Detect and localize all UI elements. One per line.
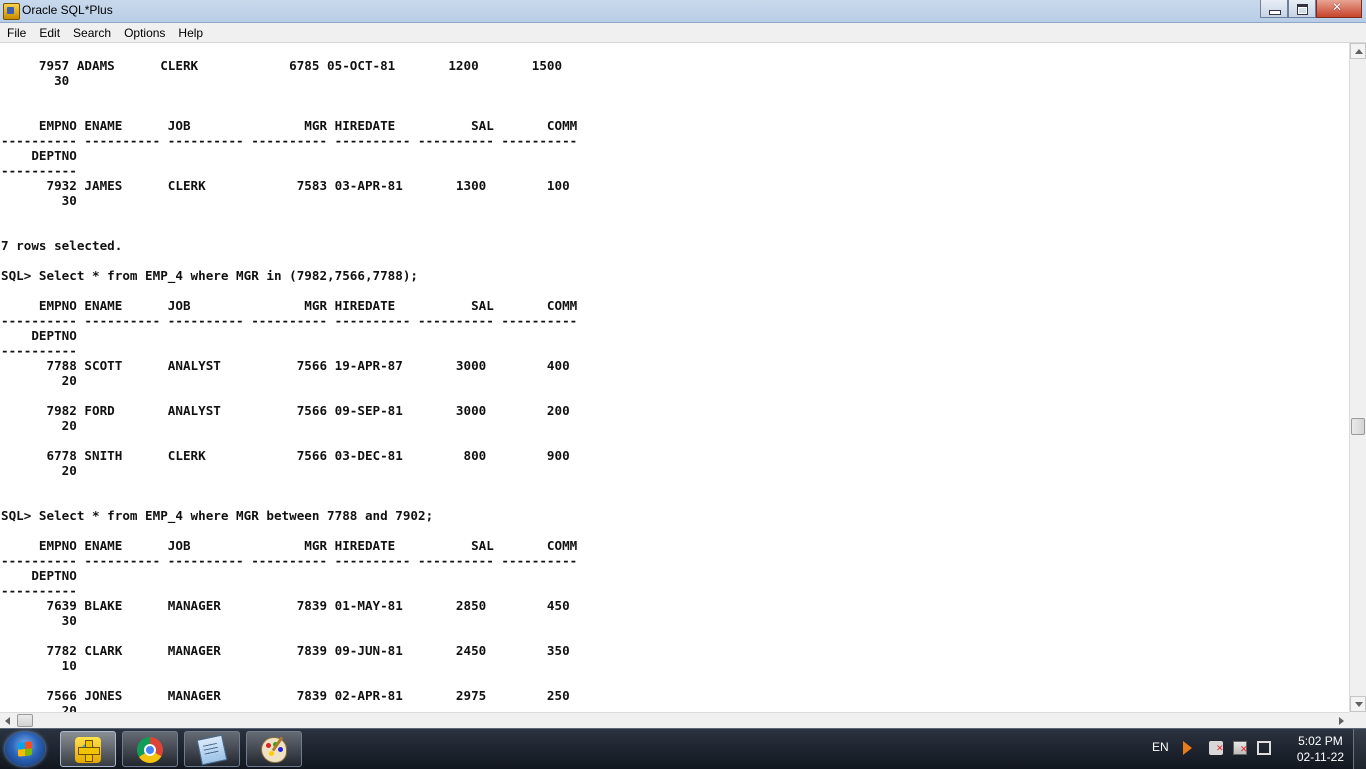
- console-line: 7788 SCOTT ANALYST 7566 19-APR-87 3000 4…: [1, 358, 570, 373]
- paint-icon: [261, 737, 287, 763]
- scroll-down-arrow-icon[interactable]: [1350, 696, 1366, 712]
- console-line: ---------- ---------- ---------- -------…: [1, 133, 578, 148]
- clock-date: 02-11-22: [1296, 750, 1344, 764]
- notification-arrow-icon[interactable]: [1183, 741, 1192, 755]
- notepad-icon: [196, 734, 228, 766]
- taskbar-app-notepad[interactable]: [184, 731, 240, 767]
- start-button[interactable]: [5, 732, 45, 766]
- console-line: ----------: [1, 163, 77, 178]
- scroll-left-arrow-icon[interactable]: [0, 713, 16, 729]
- console-line: ----------: [1, 583, 77, 598]
- menu-search[interactable]: Search: [66, 23, 117, 42]
- console-line: EMPNO ENAME JOB MGR HIREDATE SAL COMM: [1, 118, 578, 133]
- menu-edit[interactable]: Edit: [32, 23, 66, 42]
- vertical-scroll-thumb[interactable]: [1351, 418, 1365, 435]
- console-line: ---------- ---------- ---------- -------…: [1, 553, 578, 568]
- console-line: 6778 SNITH CLERK 7566 03-DEC-81 800 900: [1, 448, 570, 463]
- console-line: SQL> Select * from EMP_4 where MGR betwe…: [1, 508, 434, 523]
- console-line: 7782 CLARK MANAGER 7839 09-JUN-81 2450 3…: [1, 643, 570, 658]
- console-line: 30: [1, 193, 77, 208]
- console-line: DEPTNO: [1, 568, 77, 583]
- chrome-icon: [137, 737, 163, 763]
- taskbar-app-sqlplus[interactable]: [60, 731, 116, 767]
- console-line: 30: [1, 613, 77, 628]
- clock[interactable]: 5:02 PM 02-11-22: [1297, 733, 1344, 765]
- console-line: 20: [1, 373, 77, 388]
- title-bar: Oracle SQL*Plus: [0, 0, 1366, 23]
- taskbar-app-paint[interactable]: [246, 731, 302, 767]
- console-line: DEPTNO: [1, 328, 77, 343]
- menu-bar: File Edit Search Options Help: [0, 23, 1366, 43]
- clock-time: 5:02 PM: [1298, 734, 1343, 748]
- console-line: ----------: [1, 343, 77, 358]
- window-title: Oracle SQL*Plus: [22, 3, 113, 17]
- console-line: 30: [1, 73, 70, 88]
- console-line: 7 rows selected.: [1, 238, 123, 253]
- language-indicator[interactable]: EN: [1152, 740, 1169, 754]
- console-line: 20: [1, 463, 77, 478]
- console-line: 20: [1, 418, 77, 433]
- maximize-button[interactable]: [1288, 0, 1316, 18]
- console-line: 20: [1, 703, 77, 712]
- system-tray: EN 5:02 PM 02-11-22: [1136, 729, 1366, 769]
- horizontal-scrollbar[interactable]: [0, 712, 1349, 729]
- console-output-area[interactable]: 7957 ADAMS CLERK 6785 05-OCT-81 1200 150…: [0, 43, 1349, 712]
- menu-file[interactable]: File: [0, 23, 32, 42]
- console-line: 7639 BLAKE MANAGER 7839 01-MAY-81 2850 4…: [1, 598, 570, 613]
- network-disconnected-icon[interactable]: [1233, 741, 1248, 755]
- console-line: EMPNO ENAME JOB MGR HIREDATE SAL COMM: [1, 538, 578, 553]
- vertical-scrollbar[interactable]: [1349, 43, 1366, 712]
- menu-options[interactable]: Options: [117, 23, 171, 42]
- taskbar: EN 5:02 PM 02-11-22: [0, 728, 1366, 769]
- console-line: 7982 FORD ANALYST 7566 09-SEP-81 3000 20…: [1, 403, 570, 418]
- show-desktop-button[interactable]: [1353, 729, 1366, 769]
- close-button[interactable]: [1316, 0, 1362, 18]
- console-line: 7932 JAMES CLERK 7583 03-APR-81 1300 100: [1, 178, 570, 193]
- horizontal-scroll-thumb[interactable]: [17, 714, 33, 727]
- action-center-icon[interactable]: [1257, 741, 1271, 755]
- scroll-right-arrow-icon[interactable]: [1333, 713, 1349, 729]
- taskbar-app-chrome[interactable]: [122, 731, 178, 767]
- console-line: SQL> Select * from EMP_4 where MGR in (7…: [1, 268, 419, 283]
- window-controls: [1260, 0, 1362, 18]
- scrollbar-corner: [1349, 712, 1366, 728]
- console-line: 7957 ADAMS CLERK 6785 05-OCT-81 1200 150…: [1, 58, 563, 73]
- console-line: DEPTNO: [1, 148, 77, 163]
- menu-help[interactable]: Help: [171, 23, 209, 42]
- console-line: EMPNO ENAME JOB MGR HIREDATE SAL COMM: [1, 298, 578, 313]
- scroll-up-arrow-icon[interactable]: [1350, 43, 1366, 59]
- console-line: 10: [1, 658, 77, 673]
- volume-muted-icon[interactable]: [1209, 741, 1224, 755]
- sqlplus-icon: [75, 737, 101, 763]
- console-line: 7566 JONES MANAGER 7839 02-APR-81 2975 2…: [1, 688, 570, 703]
- console-line: ---------- ---------- ---------- -------…: [1, 313, 578, 328]
- console-text: 7957 ADAMS CLERK 6785 05-OCT-81 1200 150…: [1, 58, 577, 712]
- minimize-button[interactable]: [1260, 0, 1288, 18]
- sqlplus-app-icon: [3, 3, 20, 20]
